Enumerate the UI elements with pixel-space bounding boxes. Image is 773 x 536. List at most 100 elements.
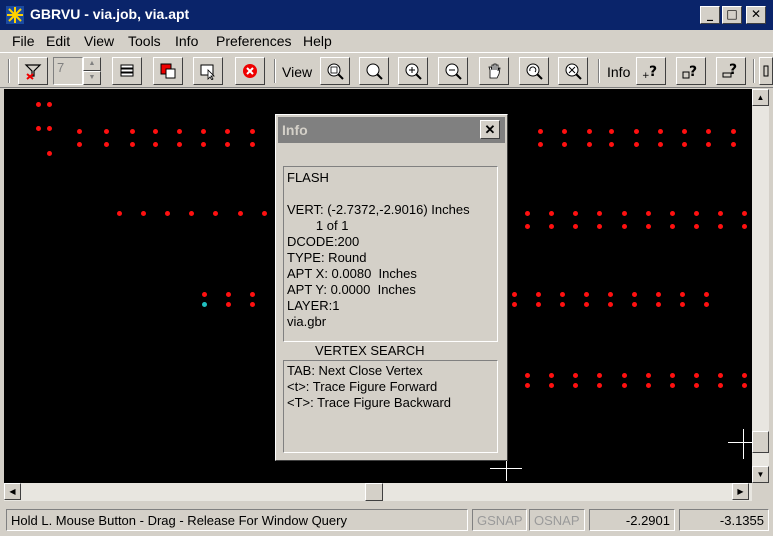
via-pad[interactable]	[718, 224, 723, 229]
via-pad[interactable]	[597, 224, 602, 229]
via-pad[interactable]	[609, 142, 614, 147]
menu-info[interactable]: Info	[175, 33, 198, 49]
select-button[interactable]	[193, 57, 223, 85]
via-pad[interactable]	[694, 373, 699, 378]
via-pad[interactable]	[560, 302, 565, 307]
via-pad[interactable]	[153, 129, 158, 134]
via-pad[interactable]	[597, 373, 602, 378]
via-pad[interactable]	[682, 142, 687, 147]
via-pad[interactable]	[525, 373, 530, 378]
via-pad[interactable]	[104, 142, 109, 147]
via-pad[interactable]	[549, 373, 554, 378]
via-pad[interactable]	[213, 211, 218, 216]
via-pad[interactable]	[189, 211, 194, 216]
via-pad[interactable]	[141, 211, 146, 216]
via-pad[interactable]	[694, 383, 699, 388]
via-pad[interactable]	[512, 302, 517, 307]
via-pad[interactable]	[238, 211, 243, 216]
via-pad[interactable]	[562, 129, 567, 134]
via-pad[interactable]	[36, 126, 41, 131]
via-pad[interactable]	[646, 224, 651, 229]
via-pad[interactable]	[130, 129, 135, 134]
via-pad[interactable]	[226, 302, 231, 307]
via-pad[interactable]	[225, 129, 230, 134]
query-box-button[interactable]: ?	[676, 57, 706, 85]
via-pad[interactable]	[694, 224, 699, 229]
via-pad[interactable]	[646, 383, 651, 388]
via-pad[interactable]	[177, 142, 182, 147]
via-pad[interactable]	[549, 211, 554, 216]
scroll-right-icon[interactable]: ▶	[732, 483, 749, 500]
via-pad[interactable]	[536, 302, 541, 307]
stop-button[interactable]	[235, 57, 265, 85]
via-pad[interactable]	[597, 383, 602, 388]
gsnap-indicator[interactable]: GSNAP	[472, 509, 527, 531]
via-pad[interactable]	[587, 142, 592, 147]
via-pad[interactable]	[704, 302, 709, 307]
via-pad[interactable]	[718, 211, 723, 216]
minimize-button[interactable]: _	[700, 6, 720, 24]
via-pad[interactable]	[250, 129, 255, 134]
via-pad[interactable]	[47, 126, 52, 131]
via-pad[interactable]	[573, 373, 578, 378]
layer-spin-down[interactable]: ▼	[83, 71, 101, 85]
layer-spin-up[interactable]: ▲	[83, 57, 101, 71]
pan-button[interactable]	[479, 57, 509, 85]
via-pad[interactable]	[512, 292, 517, 297]
via-pad[interactable]	[670, 211, 675, 216]
via-pad[interactable]	[632, 302, 637, 307]
via-pad[interactable]	[658, 129, 663, 134]
via-pad[interactable]	[153, 142, 158, 147]
via-pad[interactable]	[165, 211, 170, 216]
via-pad[interactable]	[250, 292, 255, 297]
zoom-previous-button[interactable]	[519, 57, 549, 85]
via-pad[interactable]	[201, 142, 206, 147]
vertical-scrollbar[interactable]: ▲ ▼	[752, 89, 769, 483]
via-pad[interactable]	[646, 211, 651, 216]
via-pad[interactable]	[706, 129, 711, 134]
menu-help[interactable]: Help	[303, 33, 332, 49]
via-pad[interactable]	[634, 129, 639, 134]
via-pad[interactable]	[525, 224, 530, 229]
selected-via-pad[interactable]	[202, 302, 207, 307]
via-pad[interactable]	[597, 211, 602, 216]
via-pad[interactable]	[47, 151, 52, 156]
via-pad[interactable]	[262, 211, 267, 216]
query-point-button[interactable]: +?	[636, 57, 666, 85]
via-pad[interactable]	[718, 383, 723, 388]
via-pad[interactable]	[549, 224, 554, 229]
zoom-extents-button[interactable]	[558, 57, 588, 85]
via-pad[interactable]	[670, 383, 675, 388]
via-pad[interactable]	[584, 302, 589, 307]
toolbar-overflow-button[interactable]	[759, 57, 773, 85]
via-pad[interactable]	[670, 373, 675, 378]
horizontal-scroll-thumb[interactable]	[365, 483, 383, 501]
via-pad[interactable]	[742, 224, 747, 229]
scroll-up-icon[interactable]: ▲	[752, 89, 769, 106]
via-pad[interactable]	[622, 373, 627, 378]
vertical-scroll-thumb[interactable]	[752, 431, 769, 453]
via-pad[interactable]	[536, 292, 541, 297]
via-pad[interactable]	[250, 142, 255, 147]
zoom-in-button[interactable]	[398, 57, 428, 85]
via-pad[interactable]	[177, 129, 182, 134]
via-pad[interactable]	[525, 211, 530, 216]
via-pad[interactable]	[656, 292, 661, 297]
scroll-down-icon[interactable]: ▼	[752, 466, 769, 483]
via-pad[interactable]	[680, 292, 685, 297]
via-pad[interactable]	[36, 102, 41, 107]
via-pad[interactable]	[560, 292, 565, 297]
menu-tools[interactable]: Tools	[128, 33, 161, 49]
layers-button[interactable]	[112, 57, 142, 85]
via-pad[interactable]	[225, 142, 230, 147]
horizontal-scrollbar[interactable]: ◀ ▶	[4, 483, 752, 501]
via-pad[interactable]	[525, 383, 530, 388]
zoom-all-button[interactable]	[359, 57, 389, 85]
via-pad[interactable]	[680, 302, 685, 307]
via-pad[interactable]	[573, 224, 578, 229]
via-pad[interactable]	[573, 383, 578, 388]
via-pad[interactable]	[742, 383, 747, 388]
via-pad[interactable]	[77, 129, 82, 134]
via-pad[interactable]	[658, 142, 663, 147]
via-pad[interactable]	[130, 142, 135, 147]
